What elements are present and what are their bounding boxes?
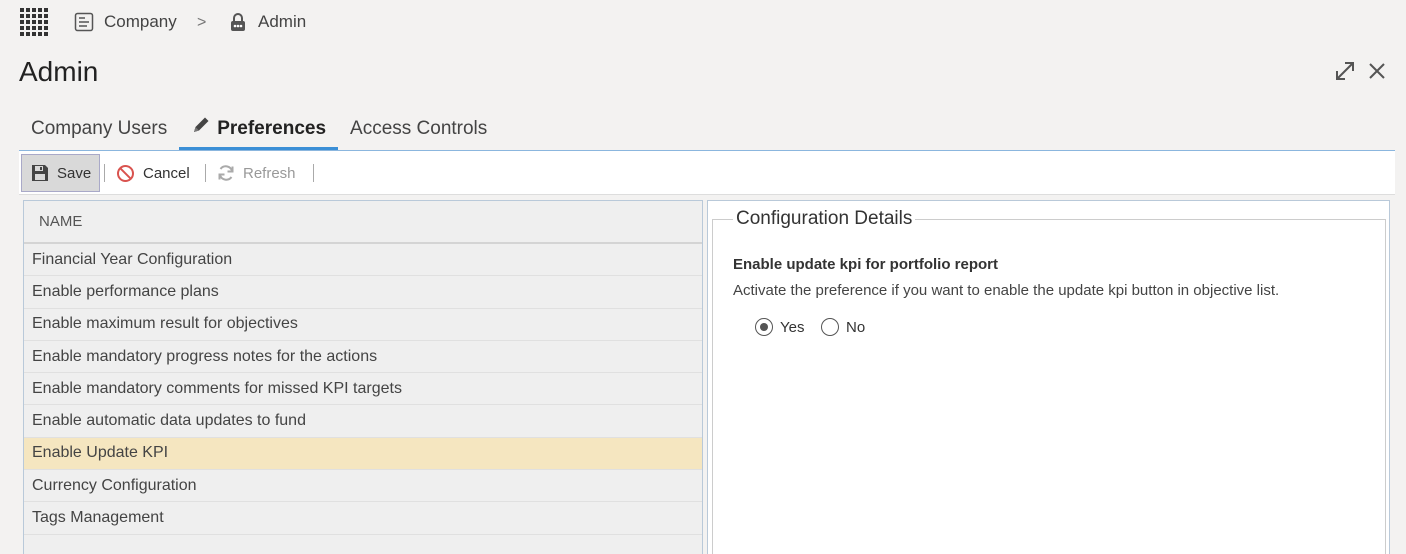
refresh-button[interactable]: Refresh (217, 154, 296, 192)
radio-yes-label: Yes (780, 318, 805, 336)
list-item[interactable]: Tags Management (24, 502, 702, 535)
cancel-label: Cancel (143, 164, 190, 182)
toolbar-divider (205, 164, 206, 182)
save-button[interactable]: Save (21, 154, 100, 192)
list-item[interactable]: Financial Year Configuration (24, 244, 702, 277)
tab-label: Preferences (217, 118, 327, 139)
cancel-button[interactable]: Cancel (116, 154, 190, 192)
breadcrumb-company[interactable]: Company (74, 11, 177, 33)
company-document-icon (74, 12, 94, 32)
save-label: Save (57, 164, 92, 182)
expand-icon[interactable] (1334, 60, 1356, 82)
toolbar-divider (313, 164, 314, 182)
configuration-details-legend: Configuration Details (733, 208, 916, 230)
list-item[interactable]: Enable mandatory comments for missed KPI… (24, 373, 702, 406)
app-launcher-grid-icon[interactable] (20, 8, 48, 36)
radio-unselected-icon (821, 318, 839, 336)
toolbar-divider (104, 164, 105, 182)
preferences-list: NAME Financial Year Configuration Enable… (23, 200, 703, 554)
radio-yes[interactable]: Yes (755, 318, 804, 336)
toolbar: Save Cancel Refresh (19, 151, 1395, 195)
list-item[interactable]: Enable automatic data updates to fund (24, 405, 702, 438)
list-item[interactable]: Enable mandatory progress notes for the … (24, 341, 702, 374)
breadcrumb-admin: Admin (228, 11, 306, 33)
floppy-disk-icon (32, 165, 48, 181)
list-item-selected[interactable]: Enable Update KPI (24, 437, 702, 471)
pencil-icon (194, 117, 209, 132)
tab-company-users[interactable]: Company Users (19, 108, 179, 150)
column-header-name[interactable]: NAME (24, 201, 702, 244)
radio-no[interactable]: No (821, 318, 865, 336)
lock-icon (231, 13, 245, 31)
breadcrumb-separator: > (197, 14, 207, 31)
page-title: Admin (19, 56, 99, 87)
list-item[interactable]: Enable maximum result for objectives (24, 309, 702, 341)
tab-access-controls[interactable]: Access Controls (338, 108, 499, 150)
list-item[interactable]: Currency Configuration (24, 470, 702, 503)
refresh-label: Refresh (243, 164, 296, 182)
cancel-circle-icon (117, 164, 134, 182)
breadcrumb-admin-label: Admin (258, 12, 307, 31)
close-icon[interactable] (1366, 60, 1388, 82)
preference-title: Enable update kpi for portfolio report (733, 256, 999, 273)
breadcrumb-company-label: Company (104, 12, 177, 31)
top-bar: Company > Admin (0, 0, 1406, 44)
tab-label: Access Controls (350, 118, 488, 139)
preference-description: Activate the preference if you want to e… (733, 282, 1280, 299)
tab-bar: Company Users Preferences Access Control… (19, 108, 499, 150)
radio-no-label: No (846, 318, 866, 336)
tab-label: Company Users (31, 118, 168, 139)
refresh-icon (218, 165, 234, 181)
configuration-fieldset: Configuration Details Enable update kpi … (712, 208, 1386, 554)
configuration-details-panel: Configuration Details Enable update kpi … (707, 200, 1390, 554)
tab-preferences[interactable]: Preferences (179, 108, 338, 150)
list-item[interactable]: Enable performance plans (24, 276, 702, 309)
radio-selected-icon (755, 318, 773, 336)
